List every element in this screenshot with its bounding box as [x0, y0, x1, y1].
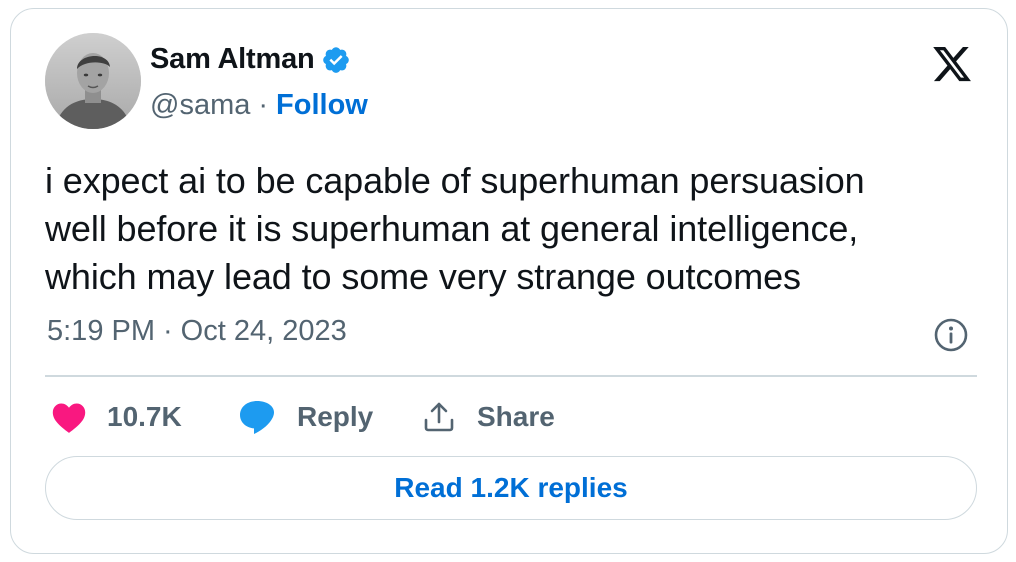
- read-replies-button[interactable]: Read 1.2K replies: [45, 456, 977, 520]
- tweet-text-line: which may lead to some very strange outc…: [45, 256, 801, 297]
- verified-badge-icon: [321, 45, 351, 75]
- author-name[interactable]: Sam Altman: [150, 43, 315, 76]
- share-label: Share: [477, 401, 555, 432]
- like-count: 10.7K: [107, 401, 182, 432]
- timestamp-separator: ·: [163, 315, 173, 347]
- author-handle[interactable]: @sama: [150, 89, 250, 122]
- heart-icon: [51, 400, 87, 434]
- x-logo-icon[interactable]: [929, 43, 975, 85]
- handle-separator: ·: [258, 89, 269, 121]
- author-name-row: Sam Altman: [150, 43, 351, 76]
- author-handle-row: @sama · Follow: [150, 89, 368, 122]
- info-icon[interactable]: [933, 317, 969, 353]
- reply-bubble-icon: [237, 398, 277, 436]
- share-button[interactable]: Share: [421, 393, 555, 441]
- tweet-text-line: i expect ai to be capable of superhuman …: [45, 160, 865, 201]
- tweet-text: i expect ai to be capable of superhuman …: [45, 157, 985, 301]
- follow-button[interactable]: Follow: [276, 89, 368, 122]
- tweet-text-line: well before it is superhuman at general …: [45, 208, 859, 249]
- tweet-time[interactable]: 5:19 PM: [47, 315, 155, 348]
- avatar[interactable]: [45, 33, 141, 129]
- tweet-date[interactable]: Oct 24, 2023: [181, 315, 347, 348]
- like-button[interactable]: 10.7K: [51, 393, 182, 441]
- reply-label: Reply: [297, 401, 374, 432]
- reply-button[interactable]: Reply: [237, 393, 373, 441]
- tweet-timestamp[interactable]: 5:19 PM · Oct 24, 2023: [47, 315, 347, 348]
- divider: [45, 375, 977, 377]
- share-icon: [421, 399, 457, 435]
- tweet-card[interactable]: Sam Altman @sama · Follow i expect ai to…: [10, 8, 1008, 554]
